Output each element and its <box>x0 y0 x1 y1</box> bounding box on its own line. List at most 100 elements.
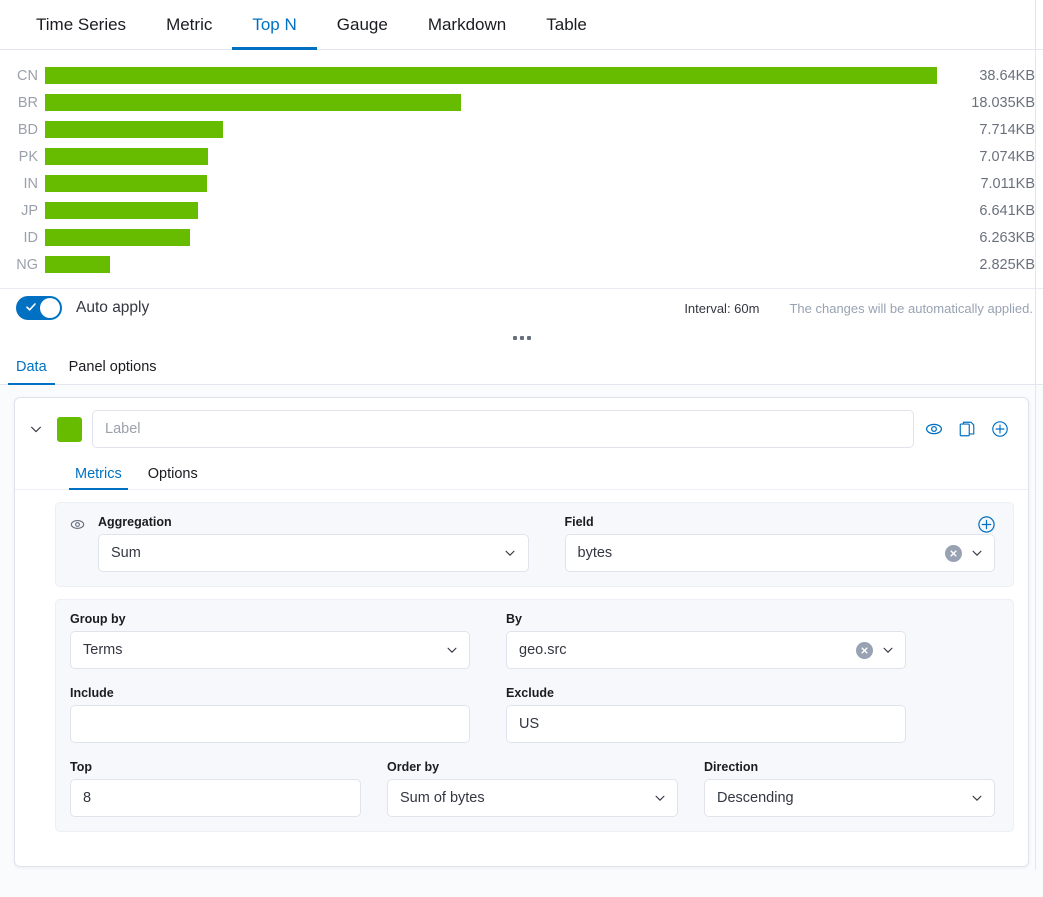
tab-markdown[interactable]: Markdown <box>408 0 526 49</box>
auto-apply-label: Auto apply <box>76 299 149 317</box>
field-value: bytes <box>578 545 946 561</box>
direction-label: Direction <box>704 760 995 774</box>
tab-label: Gauge <box>337 15 388 35</box>
chevron-down-icon <box>444 643 459 658</box>
chevron-down-icon <box>880 643 895 658</box>
chevron-down-icon <box>503 546 518 561</box>
order-by-value: Sum of bytes <box>400 790 652 806</box>
bar-row: BR18.035KB <box>0 89 1043 116</box>
bar-row: IN 7.011KB <box>0 170 1043 197</box>
order-by-select[interactable]: Sum of bytes <box>387 779 678 817</box>
group-by-select[interactable]: Terms <box>70 631 470 669</box>
bar-value-label: 7.074KB <box>938 149 1043 165</box>
bar-fill[interactable] <box>45 256 110 273</box>
check-icon <box>25 301 33 314</box>
bar-category-label: BD <box>0 122 45 138</box>
top-input[interactable]: 8 <box>70 779 361 817</box>
tab-data[interactable]: Data <box>8 349 55 384</box>
bar-fill[interactable] <box>45 121 223 138</box>
bar-category-label: PK <box>0 149 45 165</box>
by-label: By <box>506 612 906 626</box>
tab-time-series[interactable]: Time Series <box>16 0 146 49</box>
bar-fill[interactable] <box>45 67 937 84</box>
chevron-down-icon <box>969 546 984 561</box>
group-by-row: Group by Terms By geo.src <box>55 599 1014 832</box>
clear-field-icon[interactable] <box>945 545 962 562</box>
bar-category-label: NG <box>0 257 45 273</box>
auto-apply-status-text: The changes will be automatically applie… <box>789 301 1033 316</box>
tab-label: Data <box>16 359 47 375</box>
bar-fill[interactable] <box>45 148 208 165</box>
panel-resize-handle[interactable] <box>0 327 1043 349</box>
clone-icon[interactable] <box>957 419 977 439</box>
field-field-group: Field bytes <box>565 515 996 572</box>
exclude-value: US <box>519 716 895 732</box>
bar-value-label: 6.263KB <box>938 230 1043 246</box>
include-exclude-fields: Include Exclude US <box>70 686 995 743</box>
include-input[interactable] <box>70 705 470 743</box>
tab-options[interactable]: Options <box>142 458 204 489</box>
include-label: Include <box>70 686 470 700</box>
tab-metric[interactable]: Metric <box>146 0 232 49</box>
bar-fill[interactable] <box>45 175 207 192</box>
series-header <box>15 398 1028 458</box>
aggregation-select[interactable]: Sum <box>98 534 529 572</box>
by-group: By geo.src <box>506 612 906 669</box>
aggregation-value: Sum <box>111 545 503 561</box>
auto-apply-toggle[interactable] <box>16 296 62 320</box>
direction-value: Descending <box>717 790 969 806</box>
aggregation-field-group: Aggregation Sum <box>98 515 529 572</box>
bar-category-label: IN <box>0 176 45 192</box>
bar-category-label: ID <box>0 230 45 246</box>
tab-metrics[interactable]: Metrics <box>69 458 128 489</box>
bar-fill[interactable] <box>45 229 190 246</box>
by-combobox[interactable]: geo.src <box>506 631 906 669</box>
aggregation-fields: Aggregation Sum Field bytes <box>70 515 995 572</box>
tab-panel-options[interactable]: Panel options <box>61 349 165 384</box>
bar-fill[interactable] <box>45 94 461 111</box>
tab-label: Metrics <box>75 466 122 482</box>
group-by-group: Group by Terms <box>70 612 470 669</box>
tab-top-n[interactable]: Top N <box>232 0 316 49</box>
grip-dots-icon <box>513 336 531 340</box>
bar-row: PK 7.074KB <box>0 143 1043 170</box>
add-aggregation-icon[interactable] <box>977 515 997 535</box>
add-series-icon[interactable] <box>990 419 1010 439</box>
series-label-input[interactable] <box>92 410 914 448</box>
bar-value-label: 2.825KB <box>938 257 1043 273</box>
exclude-input[interactable]: US <box>506 705 906 743</box>
direction-select[interactable]: Descending <box>704 779 995 817</box>
clear-by-icon[interactable] <box>856 642 873 659</box>
top-value: 8 <box>83 790 350 806</box>
tab-table[interactable]: Table <box>526 0 607 49</box>
bar-value-label: 6.641KB <box>938 203 1043 219</box>
aggregation-row: Aggregation Sum Field bytes <box>55 502 1014 587</box>
auto-apply-bar: Auto apply Interval: 60m The changes wil… <box>0 289 1043 327</box>
tab-label: Table <box>546 15 587 35</box>
series-color-swatch[interactable] <box>57 417 82 442</box>
bar-value-label: 7.011KB <box>938 176 1043 192</box>
exclude-group: Exclude US <box>506 686 906 743</box>
exclude-label: Exclude <box>506 686 906 700</box>
order-by-group: Order by Sum of bytes <box>387 760 678 817</box>
top-order-direction-fields: Top 8 Order by Sum of bytes Direction De <box>70 760 995 817</box>
interval-text: Interval: 60m <box>684 301 759 316</box>
metric-tabs: Metrics Options <box>15 458 1028 490</box>
bar-row: NG 2.825KB <box>0 251 1043 278</box>
field-combobox[interactable]: bytes <box>565 534 996 572</box>
bar-fill[interactable] <box>45 202 198 219</box>
bar-value-label: 7.714KB <box>938 122 1043 138</box>
tab-gauge[interactable]: Gauge <box>317 0 408 49</box>
order-by-label: Order by <box>387 760 678 774</box>
bar-track <box>45 62 938 89</box>
eye-icon[interactable] <box>924 419 944 439</box>
collapse-series-button[interactable] <box>25 418 47 440</box>
field-label: Field <box>565 515 996 529</box>
series-actions <box>924 419 1014 439</box>
bar-row: JP6.641KB <box>0 197 1043 224</box>
bar-track <box>45 116 938 143</box>
bar-track <box>45 197 938 224</box>
aggregation-visibility-icon[interactable] <box>70 517 86 533</box>
toggle-knob <box>40 298 60 318</box>
group-by-label: Group by <box>70 612 470 626</box>
